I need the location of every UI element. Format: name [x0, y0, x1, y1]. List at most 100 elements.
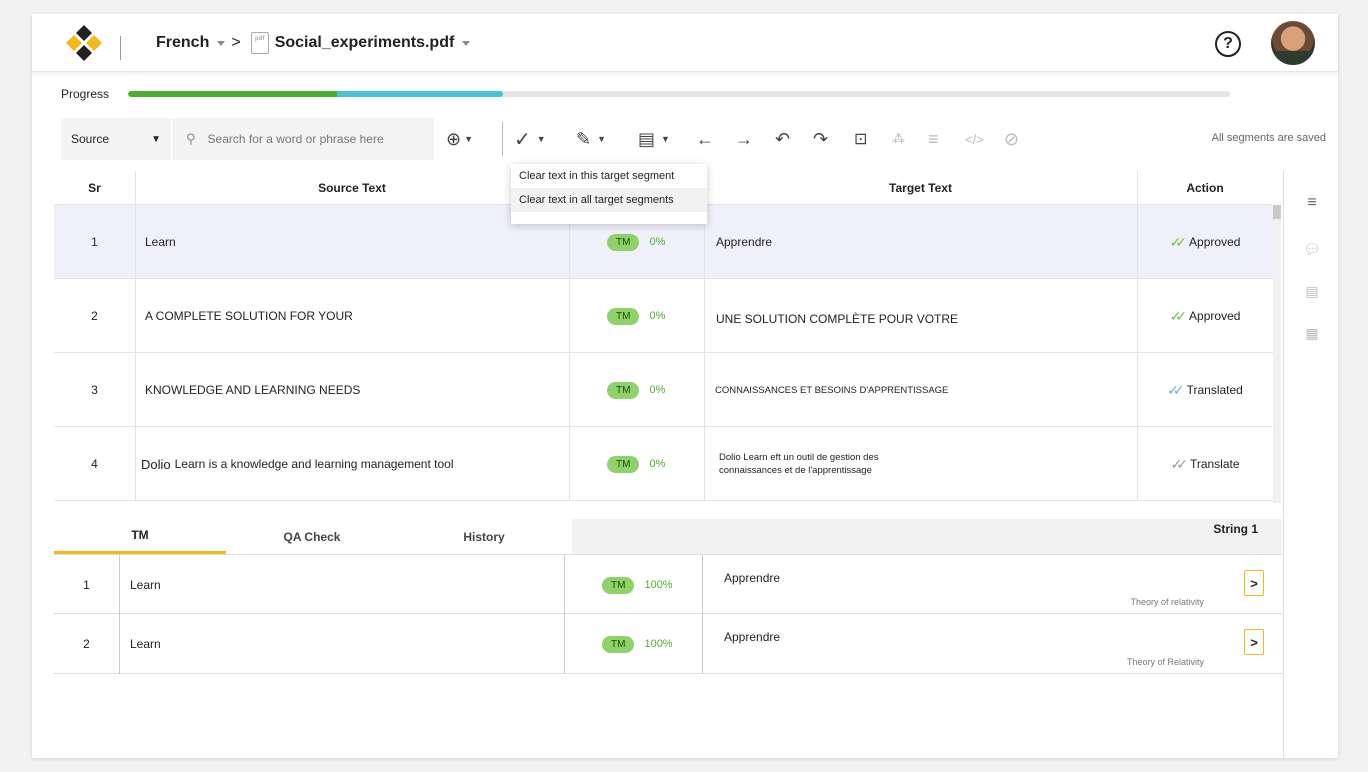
file-dropdown[interactable]: Social_experiments.pdf	[275, 34, 455, 52]
clear-all-segments-item[interactable]: Clear text in all target segments	[511, 188, 707, 212]
chevron-down-icon[interactable]	[217, 40, 226, 46]
chevron-down-icon[interactable]	[462, 40, 471, 46]
action-cell: ✓✓ Translate	[1137, 427, 1273, 501]
progress-label: Progress	[61, 87, 110, 101]
search-input[interactable]	[207, 132, 418, 146]
tm-badge: TM	[607, 381, 640, 399]
arrow-left-icon: ←	[696, 128, 714, 149]
status-label: Approved	[1189, 309, 1241, 323]
copy-source-button[interactable]: ▤ ▼	[638, 126, 670, 152]
header-action: Action	[1137, 171, 1273, 205]
action-cell: ✓✓ Approved	[1137, 279, 1273, 353]
comment-icon[interactable]: 💬︎	[1302, 239, 1322, 259]
double-check-icon: ✓✓	[1167, 381, 1185, 398]
eye-slash-icon: ⊘	[1004, 128, 1020, 149]
target-text[interactable]: Apprendre	[716, 205, 1136, 279]
list-item[interactable]: 2 Learn TM 100% Apprendre Theory of Rela…	[54, 614, 1282, 674]
match-percent: 0%	[649, 236, 666, 248]
column-divider	[1137, 171, 1138, 501]
table-row[interactable]: 2 A COMPLETE SOLUTION FOR YOUR TM 0% UNE…	[54, 279, 1273, 353]
notes-icon[interactable]: ▤	[1302, 281, 1322, 301]
tm-source-text: Learn	[130, 578, 161, 592]
column-divider	[702, 614, 703, 674]
column-divider	[704, 205, 705, 501]
hide-button[interactable]: ⊘	[1004, 126, 1019, 152]
header-source: Source Text	[135, 171, 569, 205]
tab-qa-check[interactable]: QA Check	[226, 519, 398, 555]
double-check-icon: ✓✓	[1169, 307, 1188, 324]
calculator-icon[interactable]: ▦	[1302, 323, 1322, 343]
tabs-bar-background	[572, 519, 1282, 555]
match-cell: TM 0%	[607, 427, 704, 501]
app-logo[interactable]	[62, 21, 106, 65]
apply-match-button[interactable]: >	[1244, 570, 1264, 596]
show-tags-button[interactable]: </>	[965, 126, 984, 152]
clear-this-segment-item[interactable]: Clear text in this target segment	[511, 164, 707, 188]
bottom-tabs: TM QA Check History	[54, 519, 570, 555]
pdf-file-icon: pdf	[250, 32, 269, 54]
table-scrollbar[interactable]	[1273, 205, 1281, 503]
formatting-button[interactable]: ≡	[928, 126, 939, 152]
search-icon: ⚲	[186, 131, 196, 146]
confirm-button[interactable]: ✓ ▼	[514, 126, 546, 152]
download-button[interactable]: ⊕ ▼	[446, 126, 473, 152]
tm-target-text: Apprendre	[724, 571, 781, 585]
eraser-icon: ✎	[576, 128, 592, 149]
chevron-down-icon: ▼	[597, 134, 607, 144]
match-percent: 0%	[649, 458, 666, 470]
table-row[interactable]: 3 KNOWLEDGE AND LEARNING NEEDS TM 0% CON…	[54, 353, 1273, 427]
previous-segment-button[interactable]: ←	[696, 126, 714, 152]
tm-badge: TM	[607, 307, 640, 325]
language-dropdown[interactable]: French	[156, 34, 209, 52]
table-row[interactable]: 4 Dolio Learn is a knowledge and learnin…	[54, 427, 1273, 501]
find-replace-button[interactable]: ⊡	[854, 126, 867, 152]
text-lines-icon: ≡	[928, 128, 939, 149]
list-item[interactable]: 1 Learn TM 100% Apprendre Theory of rela…	[54, 554, 1282, 615]
column-divider	[135, 171, 136, 501]
scrollbar-thumb[interactable]	[1273, 205, 1281, 219]
avatar[interactable]	[1271, 21, 1315, 65]
row-number: 4	[91, 457, 98, 471]
target-text[interactable]: UNE SOLUTION COMPLÈTE POUR VOTRE	[716, 279, 1136, 353]
tm-badge: TM	[607, 233, 640, 251]
source-select[interactable]: Source ▼	[61, 118, 171, 160]
match-percent: 0%	[649, 310, 666, 322]
tm-target-text: Apprendre	[724, 630, 781, 644]
redo-button[interactable]: ↷	[813, 126, 828, 152]
undo-icon: ↶	[775, 128, 791, 149]
column-divider	[564, 555, 565, 615]
target-text[interactable]: CONNAISSANCES ET BESOINS D'APPRENTISSAGE	[715, 353, 1135, 427]
special-characters-icon: ⁂	[892, 131, 905, 146]
undo-button[interactable]: ↶	[775, 126, 790, 152]
toolbar-divider	[502, 122, 503, 156]
document-icon: ▤	[638, 128, 656, 149]
match-cell: TM 100%	[602, 614, 702, 674]
apply-match-button[interactable]: >	[1244, 629, 1264, 655]
source-text-prefix: Dolio	[141, 456, 171, 472]
row-number: 3	[91, 383, 98, 397]
next-segment-button[interactable]: →	[735, 126, 753, 152]
tm-badge: TM	[602, 576, 635, 594]
clear-text-menu: Clear text in this target segment Clear …	[511, 164, 707, 224]
special-characters-button[interactable]: ⁂	[892, 126, 905, 152]
column-divider	[119, 555, 120, 615]
tab-history[interactable]: History	[398, 519, 570, 555]
status-label: Translated	[1186, 383, 1243, 397]
find-document-icon: ⊡	[854, 131, 868, 148]
tab-tm[interactable]: TM	[54, 519, 226, 555]
row-number: 1	[91, 235, 98, 249]
help-icon[interactable]: ?	[1215, 31, 1241, 57]
clear-text-button[interactable]: ✎ ▼	[576, 126, 606, 152]
double-check-icon: ✓✓	[1170, 455, 1188, 472]
target-text[interactable]: Dolio Learn eft un outil de gestion des …	[719, 427, 1129, 501]
app-window: French > pdf Social_experiments.pdf ? Pr…	[32, 14, 1338, 758]
column-divider	[119, 614, 120, 674]
download-circle-icon: ⊕	[446, 128, 462, 149]
chevron-down-icon: ▼	[464, 134, 474, 144]
source-text: Dolio Learn is a knowledge and learning …	[141, 427, 565, 501]
column-divider	[569, 205, 570, 501]
tm-badge: TM	[602, 635, 635, 653]
progress-approved-fill	[128, 91, 338, 97]
filter-icon[interactable]: ≡	[1302, 193, 1322, 213]
chevron-down-icon: ▼	[536, 134, 546, 144]
